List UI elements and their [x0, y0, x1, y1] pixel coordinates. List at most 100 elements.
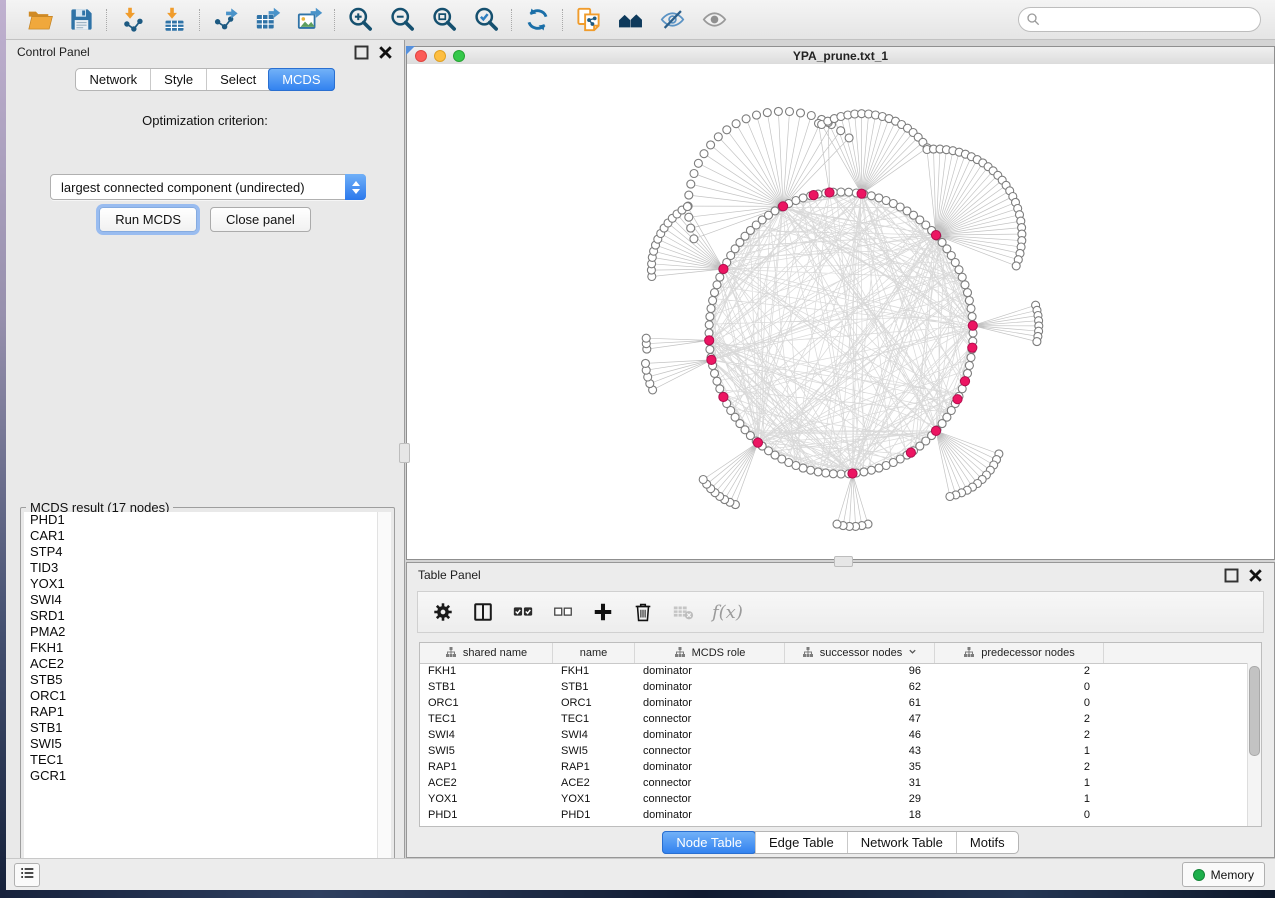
graph-node[interactable] — [860, 468, 868, 476]
network-graph[interactable] — [407, 64, 1274, 559]
table-cell[interactable]: 1 — [935, 777, 1104, 789]
table-cell[interactable]: STB1 — [553, 681, 635, 693]
close-panel-button[interactable]: Close panel — [210, 207, 311, 232]
mcds-node[interactable] — [809, 191, 818, 200]
export-network-icon[interactable] — [210, 5, 240, 35]
mcds-node[interactable] — [960, 377, 969, 386]
function-builder-icon[interactable]: f(x) — [712, 602, 743, 623]
table-cell[interactable]: ACE2 — [420, 777, 553, 789]
mcds-node[interactable] — [931, 231, 940, 240]
table-cell[interactable]: YOX1 — [420, 793, 553, 805]
graph-node[interactable] — [711, 369, 719, 377]
column-header-mcds-role[interactable]: MCDS role — [635, 643, 785, 663]
graph-node[interactable] — [965, 362, 973, 370]
table-row[interactable]: YOX1YOX1connector291 — [420, 791, 1248, 807]
table-cell[interactable]: 31 — [785, 777, 935, 789]
graph-node[interactable] — [837, 127, 845, 135]
run-mcds-button[interactable]: Run MCDS — [99, 207, 197, 232]
mcds-node[interactable] — [906, 448, 915, 457]
graph-node[interactable] — [774, 107, 782, 115]
graph-node[interactable] — [687, 180, 695, 188]
table-cell[interactable]: RAP1 — [420, 761, 553, 773]
column-header-shared-name[interactable]: shared name — [420, 643, 553, 663]
table-cell[interactable]: PHD1 — [553, 809, 635, 821]
mcds-list-scrollbar[interactable] — [377, 512, 391, 874]
mcds-node[interactable] — [825, 188, 834, 197]
graph-node[interactable] — [709, 297, 717, 305]
graph-node[interactable] — [961, 281, 969, 289]
zoom-selected-icon[interactable] — [471, 5, 501, 35]
graph-node[interactable] — [968, 313, 976, 321]
mcds-result-item[interactable]: TEC1 — [24, 752, 391, 768]
hide-selected-icon[interactable] — [657, 5, 687, 35]
table-cell[interactable]: connector — [635, 713, 785, 725]
graph-node[interactable] — [742, 115, 750, 123]
graph-node[interactable] — [716, 385, 724, 393]
export-table-icon[interactable] — [252, 5, 282, 35]
table-cell[interactable]: dominator — [635, 681, 785, 693]
table-cell[interactable]: SWI4 — [553, 729, 635, 741]
column-header-predecessor-nodes[interactable]: predecessor nodes — [935, 643, 1104, 663]
copy-network-icon[interactable] — [573, 5, 603, 35]
table-cell[interactable]: 2 — [935, 713, 1104, 725]
table-cell[interactable]: ORC1 — [420, 697, 553, 709]
search-input[interactable] — [1018, 7, 1261, 32]
table-cell[interactable]: TEC1 — [420, 713, 553, 725]
settings-gear-icon[interactable] — [432, 601, 454, 623]
zoom-out-icon[interactable] — [387, 5, 417, 35]
task-history-button[interactable] — [14, 863, 40, 887]
zoom-fit-icon[interactable] — [429, 5, 459, 35]
graph-node[interactable] — [711, 289, 719, 297]
graph-node[interactable] — [799, 194, 807, 202]
table-cell[interactable]: 2 — [935, 665, 1104, 677]
mcds-result-item[interactable]: YOX1 — [24, 576, 391, 592]
close-window-icon[interactable] — [415, 50, 427, 62]
mcds-node[interactable] — [753, 438, 762, 447]
table-row[interactable]: ACE2ACE2connector311 — [420, 775, 1248, 791]
mcds-result-item[interactable]: CAR1 — [24, 528, 391, 544]
table-cell[interactable]: FKH1 — [420, 665, 553, 677]
graph-node[interactable] — [807, 112, 815, 120]
mcds-result-item[interactable]: FKH1 — [24, 640, 391, 656]
mcds-result-item[interactable]: PMA2 — [24, 624, 391, 640]
graph-node[interactable] — [867, 192, 875, 200]
graph-node[interactable] — [642, 334, 650, 342]
mcds-result-item[interactable]: ACE2 — [24, 656, 391, 672]
graph-node[interactable] — [833, 520, 841, 528]
table-cell[interactable]: 47 — [785, 713, 935, 725]
float-table-panel-icon[interactable] — [1224, 568, 1239, 583]
mcds-node[interactable] — [705, 336, 714, 345]
tab-node-table[interactable]: Node Table — [662, 831, 756, 854]
table-cell[interactable]: PHD1 — [420, 809, 553, 821]
vertical-splitter-handle[interactable] — [399, 443, 410, 463]
table-cell[interactable]: STB1 — [420, 681, 553, 693]
sort-chevron-icon[interactable] — [908, 647, 917, 659]
graph-node[interactable] — [955, 266, 963, 274]
table-row[interactable]: STB1STB1dominator620 — [420, 679, 1248, 695]
table-cell[interactable]: SWI5 — [420, 745, 553, 757]
mcds-result-item[interactable]: STP4 — [24, 544, 391, 560]
mcds-node[interactable] — [931, 426, 940, 435]
mcds-node[interactable] — [779, 202, 788, 211]
minimize-window-icon[interactable] — [434, 50, 446, 62]
import-table-icon[interactable] — [159, 5, 189, 35]
mcds-result-item[interactable]: GCR1 — [24, 768, 391, 784]
graph-node[interactable] — [1012, 262, 1020, 270]
table-cell[interactable]: 46 — [785, 729, 935, 741]
table-cell[interactable]: YOX1 — [553, 793, 635, 805]
table-cell[interactable]: connector — [635, 745, 785, 757]
graph-node[interactable] — [714, 133, 722, 141]
table-cell[interactable]: 2 — [935, 761, 1104, 773]
mcds-node[interactable] — [953, 395, 962, 404]
table-cell[interactable]: connector — [635, 793, 785, 805]
graph-node[interactable] — [683, 203, 691, 211]
table-cell[interactable]: 0 — [935, 809, 1104, 821]
table-cell[interactable]: SWI5 — [553, 745, 635, 757]
tab-select[interactable]: Select — [206, 69, 269, 90]
table-cell[interactable]: 43 — [785, 745, 935, 757]
graph-node[interactable] — [753, 111, 761, 119]
mcds-node[interactable] — [968, 343, 977, 352]
table-cell[interactable]: 0 — [935, 697, 1104, 709]
show-columns-icon[interactable] — [472, 601, 494, 623]
mcds-node[interactable] — [857, 189, 866, 198]
